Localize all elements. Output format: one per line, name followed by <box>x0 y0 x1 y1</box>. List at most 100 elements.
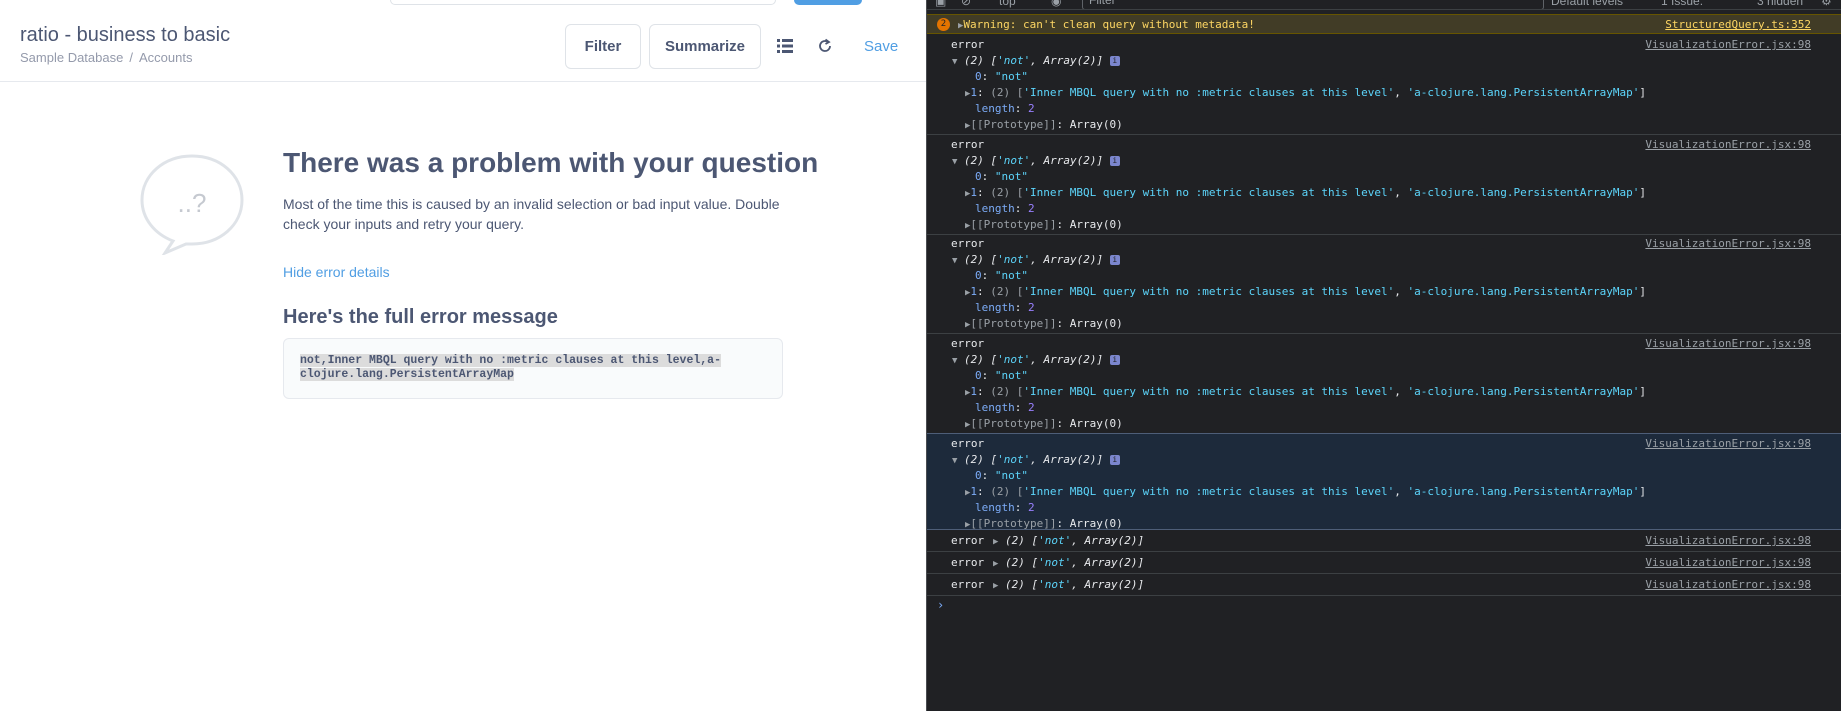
issues-counter[interactable]: 1 Issue: <box>1661 0 1703 8</box>
collapse-arrow-icon[interactable]: ▼ <box>952 256 957 266</box>
info-icon[interactable]: i <box>1109 455 1120 465</box>
breadcrumb: Sample Database / Accounts <box>20 50 192 65</box>
prototype-value: Array(0) <box>1069 517 1123 530</box>
error-source-link[interactable]: VisualizationError.jsx:98 <box>1645 237 1811 250</box>
prototype-value: Array(0) <box>1069 218 1123 231</box>
question-title[interactable]: ratio - business to basic <box>20 24 230 47</box>
log-levels-select[interactable]: Default levels <box>1551 0 1623 8</box>
sidebar-toggle-icon[interactable]: ▣ <box>935 0 946 8</box>
error-label: error <box>951 337 985 350</box>
console-error-entry[interactable]: error ▶ (2) ['not', Array(2)] Visualizat… <box>927 574 1841 596</box>
error-label: error <box>951 534 985 547</box>
query-builder-pane: ratio - business to basic Sample Databas… <box>0 0 926 711</box>
array-summary-suffix: , Array(2)] <box>1071 534 1145 547</box>
hidden-count: 3 hidden <box>1757 0 1804 8</box>
console-prompt[interactable]: › <box>937 598 944 612</box>
length-key: length <box>975 102 1015 115</box>
error-source-link[interactable]: VisualizationError.jsx:98 <box>1645 138 1811 151</box>
array-summary-suffix: , Array(2)] <box>1030 54 1104 67</box>
console-filter-input[interactable]: Filter <box>1082 0 1544 9</box>
error-source-link[interactable]: VisualizationError.jsx:98 <box>1645 556 1811 569</box>
list-icon[interactable] <box>775 36 795 56</box>
item-1-prefix: (2) [ <box>990 186 1024 199</box>
collapse-arrow-icon[interactable]: ▼ <box>952 356 957 366</box>
length-value: 2 <box>1028 301 1035 314</box>
collapse-arrow-icon[interactable]: ▼ <box>952 456 957 466</box>
console-error-entry[interactable]: error VisualizationError.jsx:98 ▼ (2) ['… <box>927 234 1841 334</box>
breadcrumb-database[interactable]: Sample Database <box>20 50 123 65</box>
eye-icon[interactable]: ◉ <box>1051 0 1061 8</box>
console-error-entry[interactable]: error VisualizationError.jsx:98 ▼ (2) [ '… <box>927 35 1841 135</box>
array-summary-prefix: (2) [ <box>1005 534 1039 547</box>
collapse-arrow-icon[interactable]: ▼ <box>952 57 957 67</box>
item-0-value: "not" <box>994 469 1028 482</box>
refresh-icon[interactable] <box>815 36 835 56</box>
info-icon[interactable]: i <box>1109 255 1120 265</box>
array-summary-prefix: (2) [ <box>964 453 998 466</box>
array-summary-suffix: , Array(2)] <box>1030 353 1104 366</box>
clear-console-icon[interactable]: ⊘ <box>961 0 971 8</box>
prototype-key: [[Prototype]] <box>970 317 1057 330</box>
item-0-key: 0 <box>975 469 982 482</box>
prototype-value: Array(0) <box>1069 118 1123 131</box>
filter-button[interactable]: Filter <box>565 24 641 69</box>
item-0-value: "not" <box>994 269 1028 282</box>
array-summary-string: 'not' <box>997 453 1031 466</box>
expand-arrow-icon[interactable]: ▶ <box>993 581 998 591</box>
question-header: ratio - business to basic Sample Databas… <box>0 0 926 82</box>
item-0-key: 0 <box>975 170 982 183</box>
item-1-key: 1 <box>970 186 978 199</box>
item-0-key: 0 <box>975 269 982 282</box>
console-error-entry[interactable]: error ▶ (2) ['not', Array(2)] Visualizat… <box>927 552 1841 574</box>
info-icon[interactable]: i <box>1109 156 1120 166</box>
console-error-entry[interactable]: error VisualizationError.jsx:98 ▼ (2) ['… <box>927 433 1841 530</box>
hide-error-details-link[interactable]: Hide error details <box>283 264 390 280</box>
error-label: error <box>951 38 985 51</box>
console-warning-row[interactable]: 2 ▶Warning: can't clean query without me… <box>927 14 1841 34</box>
item-0-value: "not" <box>994 70 1028 83</box>
settings-icon[interactable]: ⚙ <box>1821 0 1832 8</box>
length-key: length <box>975 501 1015 514</box>
info-icon[interactable]: i <box>1109 355 1120 365</box>
error-message-line-2: clojure.lang.PersistentArrayMap <box>300 368 514 381</box>
context-select[interactable]: top <box>999 0 1016 8</box>
error-source-link[interactable]: VisualizationError.jsx:98 <box>1645 437 1811 450</box>
error-source-link[interactable]: VisualizationError.jsx:98 <box>1645 578 1811 591</box>
expand-arrow-icon[interactable]: ▶ <box>993 559 998 569</box>
item-1-string-2: 'a-clojure.lang.PersistentArrayMap' <box>1407 385 1640 398</box>
prototype-key: [[Prototype]] <box>970 517 1057 530</box>
array-summary-suffix: , Array(2)] <box>1071 578 1145 591</box>
item-1-string-2: 'a-clojure.lang.PersistentArrayMap' <box>1407 485 1640 498</box>
error-label: error <box>951 138 985 151</box>
save-button[interactable]: Save <box>864 38 898 55</box>
prototype-value: Array(0) <box>1069 417 1123 430</box>
error-label: error <box>951 237 985 250</box>
array-summary-string: 'not' <box>1038 534 1072 547</box>
error-source-link[interactable]: VisualizationError.jsx:98 <box>1645 38 1811 51</box>
summarize-button[interactable]: Summarize <box>649 24 761 69</box>
length-key: length <box>975 401 1015 414</box>
console-error-entry[interactable]: error VisualizationError.jsx:98 ▼ (2) ['… <box>927 334 1841 434</box>
prototype-key: [[Prototype]] <box>970 118 1057 131</box>
expand-arrow-icon[interactable]: ▶ <box>993 537 998 547</box>
console-error-entry[interactable]: error VisualizationError.jsx:98 ▼ (2) [ '… <box>927 135 1841 235</box>
collapse-arrow-icon[interactable]: ▼ <box>952 157 957 167</box>
warning-source-link[interactable]: StructuredQuery.ts:352 <box>1665 18 1811 31</box>
breadcrumb-table[interactable]: Accounts <box>139 50 192 65</box>
array-summary-suffix: , Array(2)] <box>1030 154 1104 167</box>
array-summary-string: 'not' <box>997 154 1031 167</box>
array-summary-prefix: (2) [ <box>1005 578 1039 591</box>
error-source-link[interactable]: VisualizationError.jsx:98 <box>1645 337 1811 350</box>
devtools-console: ▣ ⊘ top ◉ Filter Default levels 1 Issue:… <box>926 0 1841 711</box>
chat-bubble-icon: ..? <box>139 153 245 260</box>
item-0-value: "not" <box>994 369 1028 382</box>
console-error-entry[interactable]: error ▶ (2) ['not', Array(2)] Visualizat… <box>927 530 1841 552</box>
error-title: There was a problem with your question <box>283 147 819 178</box>
item-0-key: 0 <box>975 369 982 382</box>
item-1-string-2: 'a-clojure.lang.PersistentArrayMap' <box>1407 86 1640 99</box>
error-source-link[interactable]: VisualizationError.jsx:98 <box>1645 534 1811 547</box>
error-message-text[interactable]: not,Inner MBQL query with no :metric cla… <box>300 354 766 382</box>
array-summary-prefix: (2) [ <box>964 54 998 67</box>
info-icon[interactable]: i <box>1109 56 1120 66</box>
array-summary-string: 'not' <box>1038 556 1072 569</box>
